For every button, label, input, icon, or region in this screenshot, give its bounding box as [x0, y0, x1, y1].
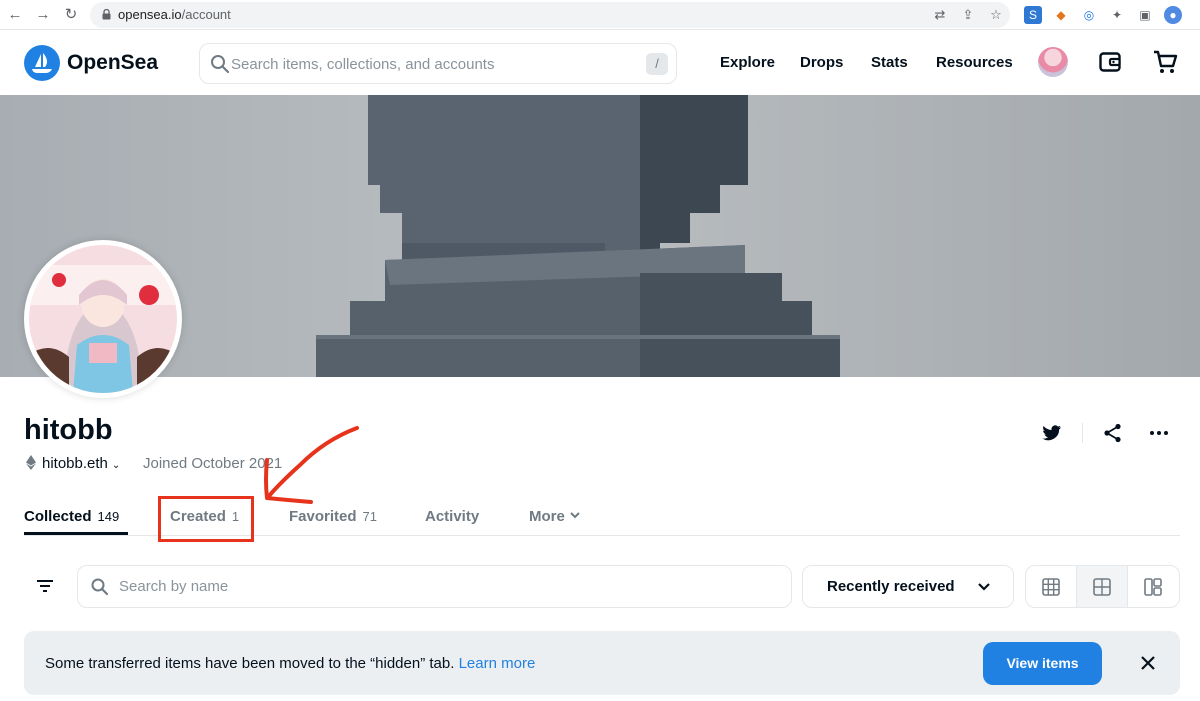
- lock-icon: [102, 9, 111, 20]
- search-shortcut-badge: /: [646, 53, 668, 75]
- tab-more[interactable]: More: [529, 508, 581, 525]
- reload-icon[interactable]: ↻: [62, 6, 80, 24]
- translate-icon[interactable]: ⇄: [932, 7, 948, 23]
- back-icon[interactable]: ←: [6, 6, 24, 24]
- share-icon[interactable]: ⇪: [960, 7, 976, 23]
- url-text: opensea.io/account: [118, 7, 231, 22]
- nav-resources[interactable]: Resources: [936, 54, 1013, 71]
- wallet-icon[interactable]: [1098, 50, 1122, 74]
- sort-label: Recently received: [827, 578, 955, 595]
- dense-grid-icon: [1042, 578, 1060, 596]
- search-placeholder: Search items, collections, and accounts: [231, 56, 495, 73]
- masonry-icon: [1144, 578, 1162, 596]
- profile-avatar[interactable]: [24, 240, 182, 398]
- nav-drops[interactable]: Drops: [800, 54, 843, 71]
- more-options-icon[interactable]: [1148, 422, 1170, 444]
- bookmark-star-icon[interactable]: ☆: [988, 7, 1004, 23]
- address-bar[interactable]: opensea.io/account ⇄ ⇪ ☆: [90, 2, 1010, 28]
- learn-more-link[interactable]: Learn more: [459, 655, 536, 672]
- action-divider: [1082, 423, 1083, 443]
- search-by-name-input[interactable]: Search by name: [77, 565, 792, 608]
- chevron-down-icon: [978, 583, 990, 591]
- grid-icon: [1093, 578, 1111, 596]
- ethereum-icon: [26, 455, 36, 470]
- view-mode-toggle: [1025, 565, 1180, 608]
- search-icon: [91, 578, 109, 596]
- search-icon: [211, 55, 230, 74]
- cart-icon[interactable]: [1152, 49, 1178, 75]
- nav-explore[interactable]: Explore: [720, 54, 775, 71]
- chevron-down-icon: ⌄: [111, 460, 121, 471]
- twitter-icon[interactable]: [1041, 422, 1063, 444]
- view-grid-button[interactable]: [1077, 566, 1128, 607]
- extension-s-icon[interactable]: S: [1024, 6, 1042, 24]
- close-icon[interactable]: [1140, 655, 1156, 671]
- view-items-button[interactable]: View items: [983, 642, 1102, 685]
- annotation-arrow: [264, 426, 359, 504]
- tab-activity[interactable]: Activity: [425, 508, 479, 525]
- opensea-logo-icon[interactable]: [24, 45, 60, 81]
- annotation-highlight-box: [158, 496, 254, 542]
- share-network-icon[interactable]: [1102, 422, 1124, 444]
- hidden-items-notice: Some transferred items have been moved t…: [24, 631, 1180, 695]
- extensions-puzzle-icon[interactable]: ✦: [1108, 6, 1126, 24]
- sidepanel-icon[interactable]: ▣: [1136, 6, 1154, 24]
- chevron-down-icon: [570, 512, 580, 519]
- account-avatar[interactable]: [1038, 47, 1068, 77]
- brand-name[interactable]: OpenSea: [67, 51, 158, 75]
- site-header: OpenSea Search items, collections, and a…: [0, 30, 1200, 95]
- view-list-button[interactable]: [1128, 566, 1179, 607]
- ens-name: hitobb.eth: [42, 455, 108, 472]
- nav-stats[interactable]: Stats: [871, 54, 908, 71]
- sort-dropdown[interactable]: Recently received: [802, 565, 1014, 608]
- browser-profile-icon[interactable]: ●: [1164, 6, 1182, 24]
- ens-address-dropdown[interactable]: hitobb.eth ⌄: [26, 455, 120, 473]
- tab-favorited[interactable]: Favorited 71: [289, 508, 377, 525]
- profile-username: hitobb: [24, 414, 113, 446]
- filter-icon[interactable]: [36, 578, 54, 594]
- global-search-input[interactable]: Search items, collections, and accounts …: [199, 43, 677, 84]
- notice-message: Some transferred items have been moved t…: [45, 655, 536, 672]
- tab-collected[interactable]: Collected 149: [24, 508, 119, 525]
- metamask-icon[interactable]: ◆: [1052, 6, 1070, 24]
- search-by-name-placeholder: Search by name: [119, 578, 229, 595]
- browser-toolbar: ← → ↻ opensea.io/account ⇄ ⇪ ☆ S ◆ ◎ ✦ ▣…: [0, 0, 1200, 30]
- forward-icon[interactable]: →: [34, 6, 52, 24]
- view-large-grid-button[interactable]: [1026, 566, 1077, 607]
- extension-globe-icon[interactable]: ◎: [1080, 6, 1098, 24]
